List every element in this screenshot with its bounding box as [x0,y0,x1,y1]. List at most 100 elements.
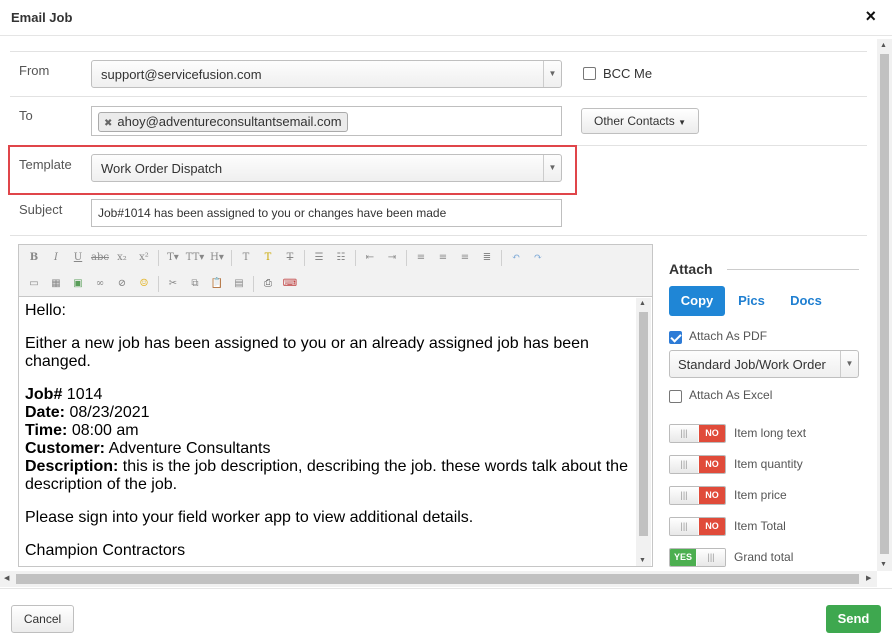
tab-pics[interactable]: Pics [729,286,774,316]
date-value: 08/23/2021 [65,404,150,421]
scroll-down-icon[interactable]: ▼ [639,557,646,564]
to-input[interactable]: ✖ ahoy@adventureconsultantsemail.com [91,106,562,136]
source-code-icon[interactable]: ⌨ [279,274,301,294]
bcc-label: BCC Me [603,66,653,81]
align-right-icon[interactable]: ≡ [454,248,476,268]
editor-scroll-thumb[interactable] [639,312,648,536]
tab-docs[interactable]: Docs [781,286,831,316]
attach-excel-checkbox[interactable] [669,390,682,403]
redo-icon[interactable]: ↷ [527,248,549,268]
email-job-modal: Email Job × From support@servicefusion.c… [0,0,892,637]
indent-icon[interactable]: ⇥ [381,248,403,268]
bcc-checkbox[interactable] [583,67,596,80]
template-value: Work Order Dispatch [101,161,223,176]
close-icon[interactable]: × [865,7,876,25]
modal-hscroll-thumb[interactable] [16,574,859,584]
chevron-down-icon: ▼ [543,61,561,87]
attach-title: Attach [669,261,713,277]
subject-value: Job#1014 has been assigned to you or cha… [98,206,447,220]
table-icon[interactable]: ▦ [45,274,67,294]
toolbar-row-2: ▭ ▦ ▣ ∞ ⊘ ☺ ✂ ⧉ 📋 ▤ ⎙ ⌨ [23,273,301,295]
paste-word-icon[interactable]: ▤ [228,274,250,294]
email-body-content[interactable]: Hello: Either a new job has been assigne… [25,302,631,575]
toggle-knob: ||| [670,487,698,504]
divider [10,235,867,236]
superscript-icon[interactable]: x² [133,248,155,268]
strikethrough-icon[interactable]: abc [89,248,111,268]
toggle-item-total[interactable]: ||| NO [669,517,726,536]
scroll-down-icon[interactable]: ▼ [880,561,887,568]
unlink-icon[interactable]: ⊘ [111,274,133,294]
undo-icon[interactable]: ↶ [505,248,527,268]
image-icon[interactable]: ▣ [67,274,89,294]
outdent-icon[interactable]: ⇤ [359,248,381,268]
template-select[interactable]: Work Order Dispatch ▼ [91,154,562,182]
from-select[interactable]: support@servicefusion.com ▼ [91,60,562,88]
subscript-icon[interactable]: x₂ [111,248,133,268]
numbered-list-icon[interactable]: ☷ [330,248,352,268]
body-job-details: Job# 1014 Date: 08/23/2021 Time: 08:00 a… [25,386,631,494]
toggle-label-item-price: Item price [734,488,787,502]
clear-format-icon[interactable]: T [279,248,301,268]
italic-icon[interactable]: I [45,248,67,268]
toggle-label-item-long-text: Item long text [734,426,807,440]
modal-header: Email Job × [0,0,892,36]
chevron-down-icon: ▼ [543,155,561,181]
email-body-editor[interactable]: B I U abc x₂ x² T▾ TT▾ H▾ T T T ☰ ☷ ⇤ ⇥ [18,244,653,567]
modal-vertical-scrollbar[interactable]: ▲ ▼ [877,39,892,571]
toggle-label-item-quantity: Item quantity [734,457,803,471]
text-color-icon[interactable]: T [235,248,257,268]
editor-scrollbar[interactable]: ▲ ▼ [636,298,651,566]
cancel-button[interactable]: Cancel [11,605,74,633]
divider [10,96,867,97]
horizontal-rule-icon[interactable]: ▭ [23,274,45,294]
subject-input[interactable]: Job#1014 has been assigned to you or cha… [91,199,562,227]
scroll-up-icon[interactable]: ▲ [880,42,887,49]
toggle-item-quantity[interactable]: ||| NO [669,455,726,474]
copy-icon[interactable]: ⧉ [184,274,206,294]
align-justify-icon[interactable]: ≣ [476,248,498,268]
font-family-icon[interactable]: T▾ [162,248,184,268]
tab-copy[interactable]: Copy [669,286,725,316]
toolbar-row-1: B I U abc x₂ x² T▾ TT▾ H▾ T T T ☰ ☷ ⇤ ⇥ [23,247,549,269]
font-size-icon[interactable]: TT▾ [184,248,206,268]
toggle-state: NO [699,487,725,504]
from-label: From [19,63,50,78]
scroll-left-icon[interactable]: ◀ [4,574,9,582]
modal-horizontal-scrollbar[interactable]: ◀ ▶ [0,571,877,587]
highlight-color-icon[interactable]: T [257,248,279,268]
align-left-icon[interactable]: ≡ [410,248,432,268]
toolbar-separator [158,276,159,292]
print-icon[interactable]: ⎙ [257,274,279,294]
customer-label: Customer: [25,440,106,457]
other-contacts-button[interactable]: Other Contacts ▼ [581,108,699,134]
pdf-format-select[interactable]: Standard Job/Work Order ▼ [669,350,859,378]
attach-pdf-checkbox[interactable] [669,331,682,344]
toggle-state: YES [670,549,696,566]
remove-icon[interactable]: ✖ [104,118,112,129]
paste-icon[interactable]: 📋 [206,274,228,294]
toggle-item-price[interactable]: ||| NO [669,486,726,505]
link-icon[interactable]: ∞ [89,274,111,294]
recipient-chip: ✖ ahoy@adventureconsultantsemail.com [98,112,348,132]
bulleted-list-icon[interactable]: ☰ [308,248,330,268]
align-center-icon[interactable]: ≡ [432,248,454,268]
modal-scroll-thumb[interactable] [880,54,889,554]
bold-icon[interactable]: B [23,248,45,268]
scroll-right-icon[interactable]: ▶ [866,574,871,582]
modal-footer: Cancel Send [0,588,892,637]
pdf-format-value: Standard Job/Work Order [678,357,826,372]
toolbar-separator [501,250,502,266]
toggle-grand-total[interactable]: YES ||| [669,548,726,567]
underline-icon[interactable]: U [67,248,89,268]
send-button[interactable]: Send [826,605,881,633]
recipient-email: ahoy@adventureconsultantsemail.com [117,114,342,129]
cut-icon[interactable]: ✂ [162,274,184,294]
heading-icon[interactable]: H▾ [206,248,228,268]
toggle-knob: ||| [670,456,698,473]
toggle-item-long-text[interactable]: ||| NO [669,424,726,443]
emoji-icon[interactable]: ☺ [133,274,155,294]
scroll-up-icon[interactable]: ▲ [639,300,646,307]
body-intro: Either a new job has been assigned to yo… [25,335,589,370]
body-greeting: Hello: [25,302,66,319]
